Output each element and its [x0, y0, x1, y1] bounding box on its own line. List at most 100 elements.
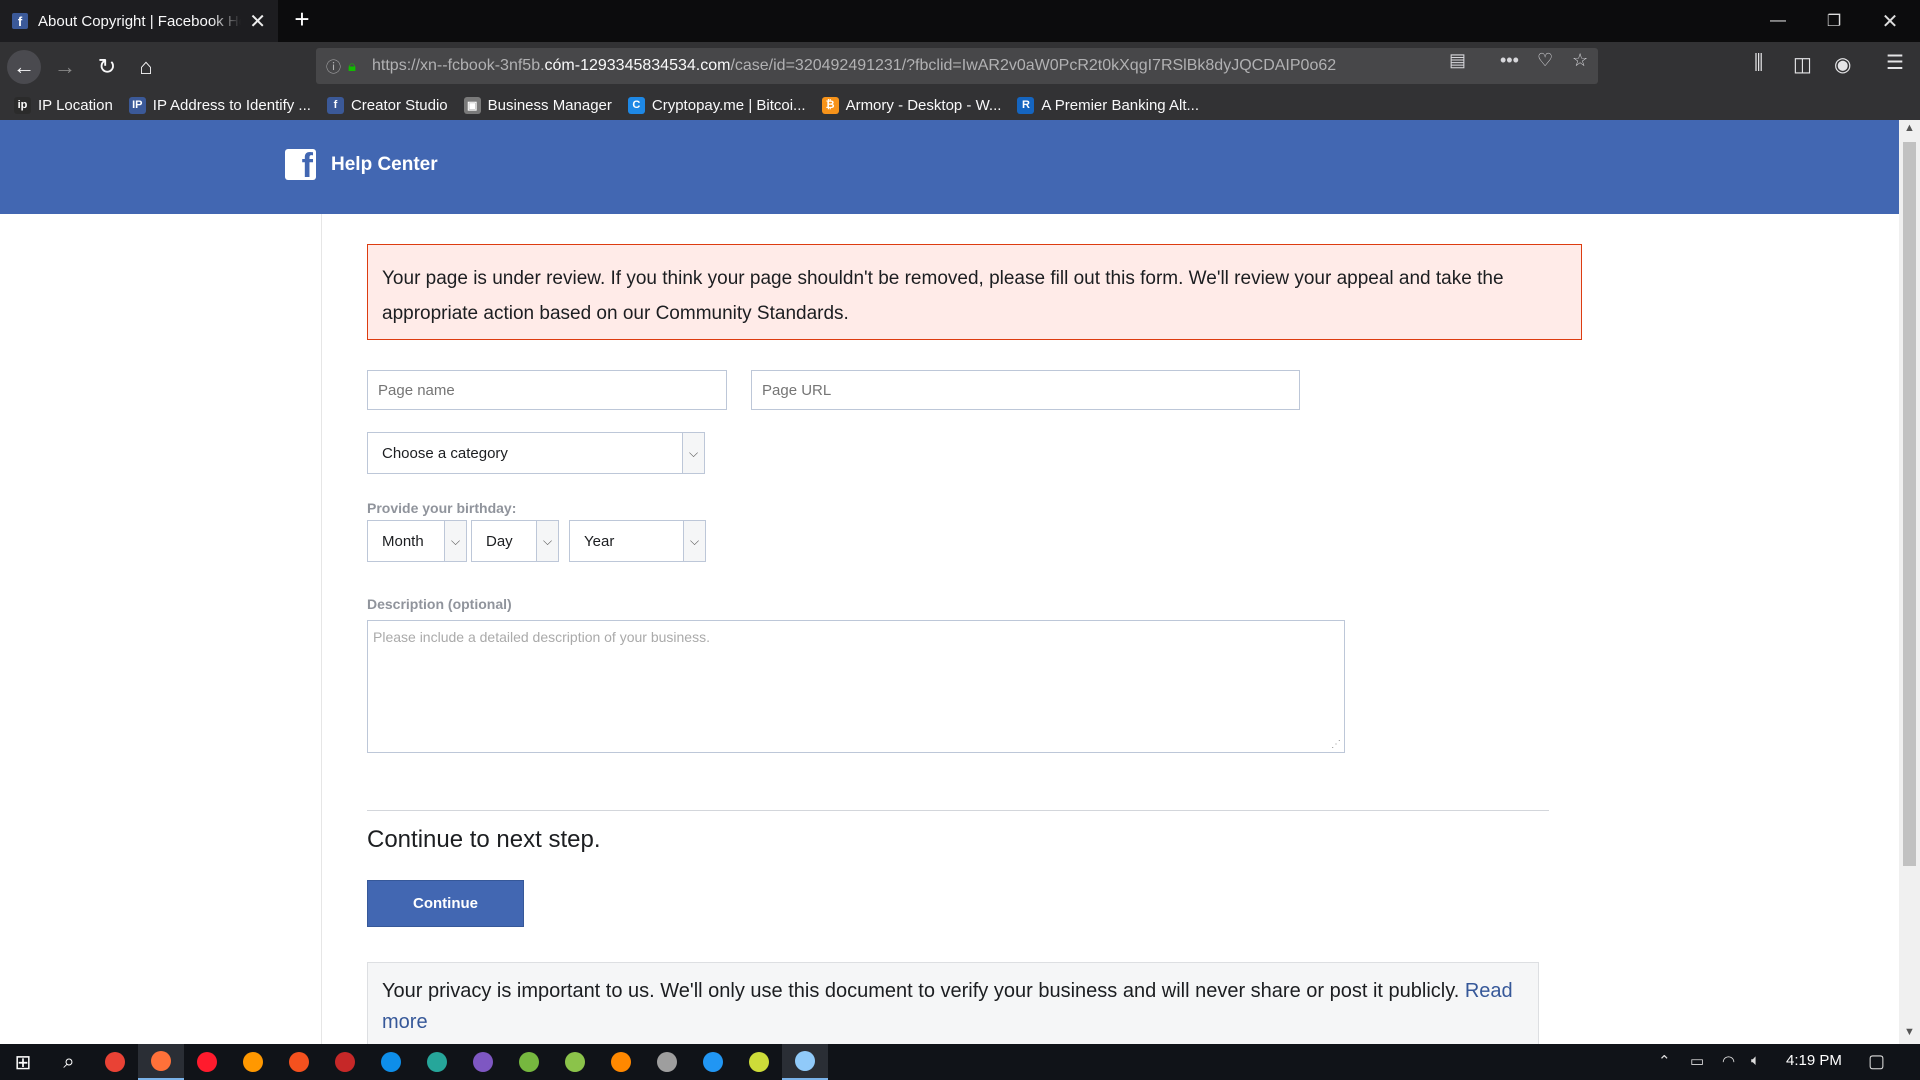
windows-start-icon[interactable]: ⊞: [0, 1044, 46, 1080]
browser-tab-active[interactable]: f About Copyright | Facebook Help Center…: [0, 0, 278, 42]
url-text[interactable]: https://xn--fcbook-3nf5b.cóm-12933458345…: [372, 57, 1598, 75]
notepad-plus-icon: [565, 1052, 585, 1072]
bookmark-item[interactable]: ▣ Business Manager: [463, 96, 612, 114]
year-value: Year: [584, 532, 615, 550]
pocket-icon[interactable]: ♡: [1537, 50, 1553, 71]
scroll-thumb[interactable]: [1903, 142, 1916, 866]
help-center-title[interactable]: Help Center: [331, 154, 438, 176]
app16-taskbar-icon[interactable]: [782, 1044, 828, 1080]
day-select[interactable]: Day ⌵: [471, 520, 559, 562]
home-icon[interactable]: ⌂: [129, 50, 163, 84]
close-tab-icon[interactable]: ✕: [249, 9, 266, 34]
tray-chevron-up-icon[interactable]: ⌃: [1658, 1052, 1671, 1070]
scroll-down-icon[interactable]: ▼: [1904, 1026, 1915, 1038]
lock-icon[interactable]: 🔒︎: [348, 58, 372, 75]
battery-icon[interactable]: ▭: [1690, 1052, 1704, 1070]
reader-view-icon[interactable]: ▤: [1449, 50, 1466, 71]
facebook-logo-icon[interactable]: f: [285, 149, 316, 180]
bookmark-item[interactable]: f Creator Studio: [326, 96, 448, 114]
next-step-heading: Continue to next step.: [367, 826, 601, 853]
app5-taskbar-icon[interactable]: [276, 1044, 322, 1080]
reload-icon[interactable]: ↻: [90, 50, 124, 84]
app14-taskbar-icon[interactable]: [690, 1044, 736, 1080]
forward-arrow-icon[interactable]: →: [48, 50, 82, 84]
browser-tab-strip: f About Copyright | Facebook Help Center…: [0, 0, 1920, 42]
bookmark-favicon-icon: ▣: [463, 96, 481, 114]
url-path: /case/id=320492491231/?fbclid=IwAR2v0aW0…: [730, 57, 1337, 74]
clock[interactable]: 4:19 PM: [1786, 1052, 1842, 1069]
library-icon[interactable]: ⫼: [1754, 52, 1763, 75]
info-icon[interactable]: ⓘ: [326, 56, 348, 77]
chrome-icon: [105, 1052, 125, 1072]
new-tab-icon[interactable]: +: [288, 6, 316, 34]
notifications-icon[interactable]: ▢: [1868, 1051, 1885, 1072]
bookmark-favicon-icon: R: [1017, 96, 1035, 114]
app16-icon: [795, 1051, 815, 1071]
opera-icon: [197, 1052, 217, 1072]
bookmark-item[interactable]: C Cryptopay.me | Bitcoi...: [627, 96, 806, 114]
restore-icon[interactable]: ❐: [1806, 0, 1862, 42]
address-bar[interactable]: ⓘ 🔒︎ https://xn--fcbook-3nf5b.cóm-129334…: [316, 48, 1598, 84]
chevron-down-icon[interactable]: ⌵: [682, 433, 704, 473]
description-textarea[interactable]: Please include a detailed description of…: [367, 620, 1345, 753]
category-select[interactable]: Choose a category ⌵: [367, 432, 705, 474]
minimize-icon[interactable]: —: [1750, 0, 1806, 42]
vlc-icon: [611, 1052, 631, 1072]
chevron-down-icon[interactable]: ⌵: [683, 521, 705, 561]
volume-icon[interactable]: 🔈︎: [1751, 1052, 1760, 1069]
chrome-taskbar-icon[interactable]: [92, 1044, 138, 1080]
month-value: Month: [382, 532, 424, 550]
privacy-text: Your privacy is important to us. We'll o…: [382, 980, 1465, 1002]
bookmark-item[interactable]: ₿ Armory - Desktop - W...: [821, 96, 1002, 114]
page-url-input[interactable]: [751, 370, 1300, 410]
page-scrollbar[interactable]: ▲ ▼: [1899, 120, 1920, 1044]
month-select[interactable]: Month ⌵: [367, 520, 467, 562]
description-label: Description (optional): [367, 596, 512, 612]
bookmark-item[interactable]: ip IP Location: [14, 96, 113, 114]
bookmark-label: A Premier Banking Alt...: [1041, 96, 1199, 114]
year-select[interactable]: Year ⌵: [569, 520, 706, 562]
bookmark-item[interactable]: R A Premier Banking Alt...: [1017, 96, 1199, 114]
close-window-icon[interactable]: ✕: [1862, 0, 1918, 42]
sublime-taskbar-icon[interactable]: [230, 1044, 276, 1080]
section-divider: [367, 810, 1549, 811]
bookmark-star-icon[interactable]: ☆: [1572, 50, 1588, 71]
scroll-up-icon[interactable]: ▲: [1904, 122, 1915, 134]
app6-taskbar-icon[interactable]: [322, 1044, 368, 1080]
app15-taskbar-icon[interactable]: [736, 1044, 782, 1080]
search-icon[interactable]: ⌕: [46, 1044, 92, 1080]
continue-button[interactable]: Continue: [367, 880, 524, 927]
sublime-icon: [243, 1052, 263, 1072]
teamviewer-taskbar-icon[interactable]: [368, 1044, 414, 1080]
firefox-taskbar-icon[interactable]: [138, 1044, 184, 1080]
page-name-input[interactable]: [367, 370, 727, 410]
menu-icon[interactable]: ☰: [1886, 50, 1904, 75]
chevron-down-icon[interactable]: ⌵: [444, 521, 466, 561]
utorrent-taskbar-icon[interactable]: [506, 1044, 552, 1080]
help-center-header: f Help Center: [0, 120, 1899, 214]
vlc-taskbar-icon[interactable]: [598, 1044, 644, 1080]
opera-taskbar-icon[interactable]: [184, 1044, 230, 1080]
birthday-label: Provide your birthday:: [367, 500, 517, 516]
browser-nav-bar: ← → ↻ ⌂ ⓘ 🔒︎ https://xn--fcbook-3nf5b.có…: [0, 42, 1920, 90]
utorrent-icon: [519, 1052, 539, 1072]
sidebar-icon[interactable]: ◫: [1793, 52, 1812, 77]
bookmark-label: Armory - Desktop - W...: [845, 96, 1002, 114]
app5-icon: [289, 1052, 309, 1072]
bookmark-favicon-icon: IP: [128, 96, 146, 114]
wifi-icon[interactable]: ◠: [1722, 1052, 1735, 1070]
page-actions-icon[interactable]: •••: [1500, 50, 1519, 71]
resize-grip-icon[interactable]: ⋰: [1331, 739, 1341, 750]
app6-icon: [335, 1052, 355, 1072]
app13-taskbar-icon[interactable]: [644, 1044, 690, 1080]
app15-icon: [749, 1052, 769, 1072]
account-icon[interactable]: ◉: [1834, 52, 1851, 77]
app8-taskbar-icon[interactable]: [414, 1044, 460, 1080]
bookmark-item[interactable]: IP IP Address to Identify ...: [128, 96, 311, 114]
back-arrow-icon[interactable]: ←: [7, 50, 41, 84]
chevron-down-icon[interactable]: ⌵: [536, 521, 558, 561]
bookmark-favicon-icon: ₿: [821, 96, 839, 114]
notepad-plus-taskbar-icon[interactable]: [552, 1044, 598, 1080]
day-value: Day: [486, 532, 513, 550]
app9-taskbar-icon[interactable]: [460, 1044, 506, 1080]
